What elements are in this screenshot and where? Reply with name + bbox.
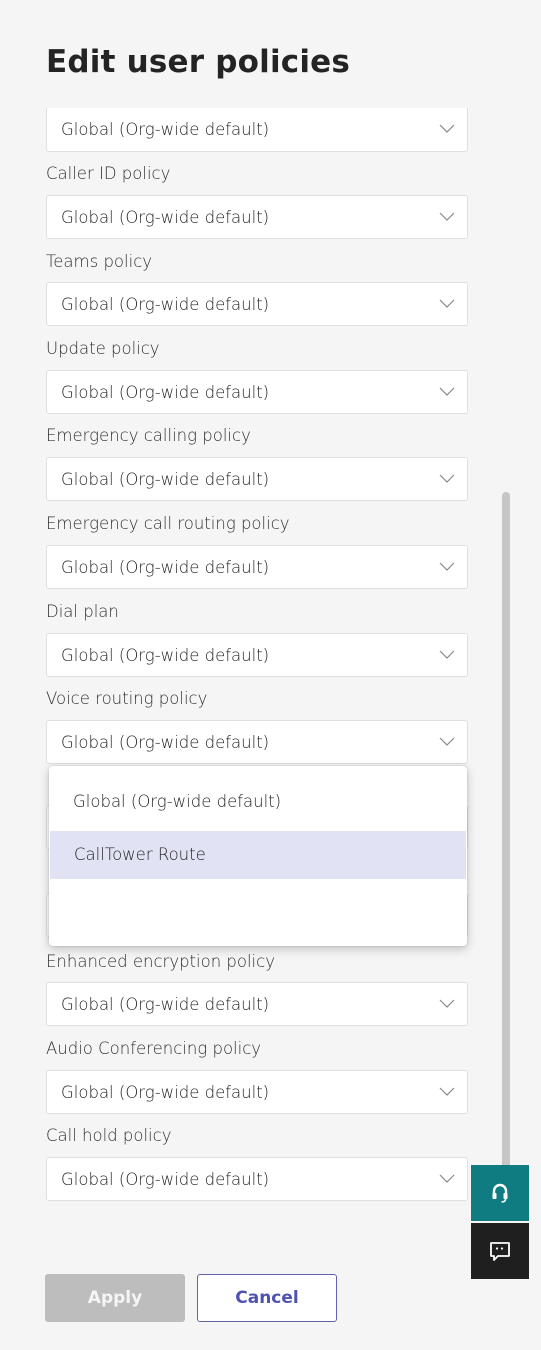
update-policy-label: Update policy <box>46 339 160 358</box>
chevron-down-icon <box>439 474 455 483</box>
chevron-down-icon <box>439 299 455 308</box>
teams-policy-label: Teams policy <box>46 252 153 271</box>
select-value: Global (Org-wide default) <box>61 295 270 314</box>
page-title: Edit user policies <box>46 44 351 80</box>
support-headset-icon <box>492 1183 508 1203</box>
emergency-calling-policy-label: Emergency calling policy <box>46 426 251 445</box>
dial-plan-select[interactable]: Global (Org-wide default) <box>46 633 468 677</box>
chevron-down-icon <box>439 562 455 571</box>
call-hold-policy-label: Call hold policy <box>46 1126 172 1145</box>
audio-conferencing-policy-select[interactable]: Global (Org-wide default) <box>46 1070 468 1114</box>
select-value: Global (Org-wide default) <box>61 558 270 577</box>
voice-routing-dropdown-menu: Global (Org-wide default) CallTower Rout… <box>49 766 467 946</box>
enhanced-encryption-policy-select[interactable]: Global (Org-wide default) <box>46 982 468 1026</box>
dropdown-option-global[interactable]: Global (Org-wide default) <box>49 778 467 826</box>
select-value: Global (Org-wide default) <box>61 995 270 1014</box>
audio-conferencing-policy-label: Audio Conferencing policy <box>46 1039 262 1058</box>
voice-routing-policy-select[interactable]: Global (Org-wide default) <box>46 720 468 764</box>
select-value: Global (Org-wide default) <box>61 208 270 227</box>
caller-id-policy-label: Caller ID policy <box>46 164 171 183</box>
select-value: Global (Org-wide default) <box>61 733 270 752</box>
policy-select-top[interactable]: Global (Org-wide default) <box>46 108 468 152</box>
chevron-down-icon <box>439 387 455 396</box>
select-value: Global (Org-wide default) <box>61 470 270 489</box>
apply-button[interactable]: Apply <box>45 1274 185 1322</box>
caller-id-policy-select[interactable]: Global (Org-wide default) <box>46 195 468 239</box>
scrollbar-thumb[interactable] <box>502 492 510 1172</box>
feedback-button[interactable] <box>471 1223 529 1279</box>
voice-routing-policy-label: Voice routing policy <box>46 689 208 708</box>
select-value: Global (Org-wide default) <box>61 646 270 665</box>
emergency-call-routing-policy-label: Emergency call routing policy <box>46 514 290 533</box>
emergency-call-routing-policy-select[interactable]: Global (Org-wide default) <box>46 545 468 589</box>
select-value: Global (Org-wide default) <box>61 383 270 402</box>
feedback-chat-icon <box>490 1242 510 1261</box>
select-value: Global (Org-wide default) <box>61 1083 270 1102</box>
chevron-down-icon <box>439 124 455 133</box>
teams-policy-select[interactable]: Global (Org-wide default) <box>46 282 468 326</box>
select-value: Global (Org-wide default) <box>61 120 270 139</box>
dial-plan-label: Dial plan <box>46 602 119 621</box>
chevron-down-icon <box>439 737 455 746</box>
update-policy-select[interactable]: Global (Org-wide default) <box>46 370 468 414</box>
enhanced-encryption-policy-label: Enhanced encryption policy <box>46 952 275 971</box>
chevron-down-icon <box>439 999 455 1008</box>
support-button[interactable] <box>471 1165 529 1221</box>
chevron-down-icon <box>439 1087 455 1096</box>
dropdown-option-empty[interactable] <box>49 884 467 932</box>
select-value: Global (Org-wide default) <box>61 1170 270 1189</box>
emergency-calling-policy-select[interactable]: Global (Org-wide default) <box>46 457 468 501</box>
dropdown-option-calltower-route[interactable]: CallTower Route <box>50 831 466 879</box>
chevron-down-icon <box>439 212 455 221</box>
call-hold-policy-select[interactable]: Global (Org-wide default) <box>46 1157 468 1201</box>
chevron-down-icon <box>439 650 455 659</box>
cancel-button[interactable]: Cancel <box>197 1274 337 1322</box>
chevron-down-icon <box>439 1174 455 1183</box>
